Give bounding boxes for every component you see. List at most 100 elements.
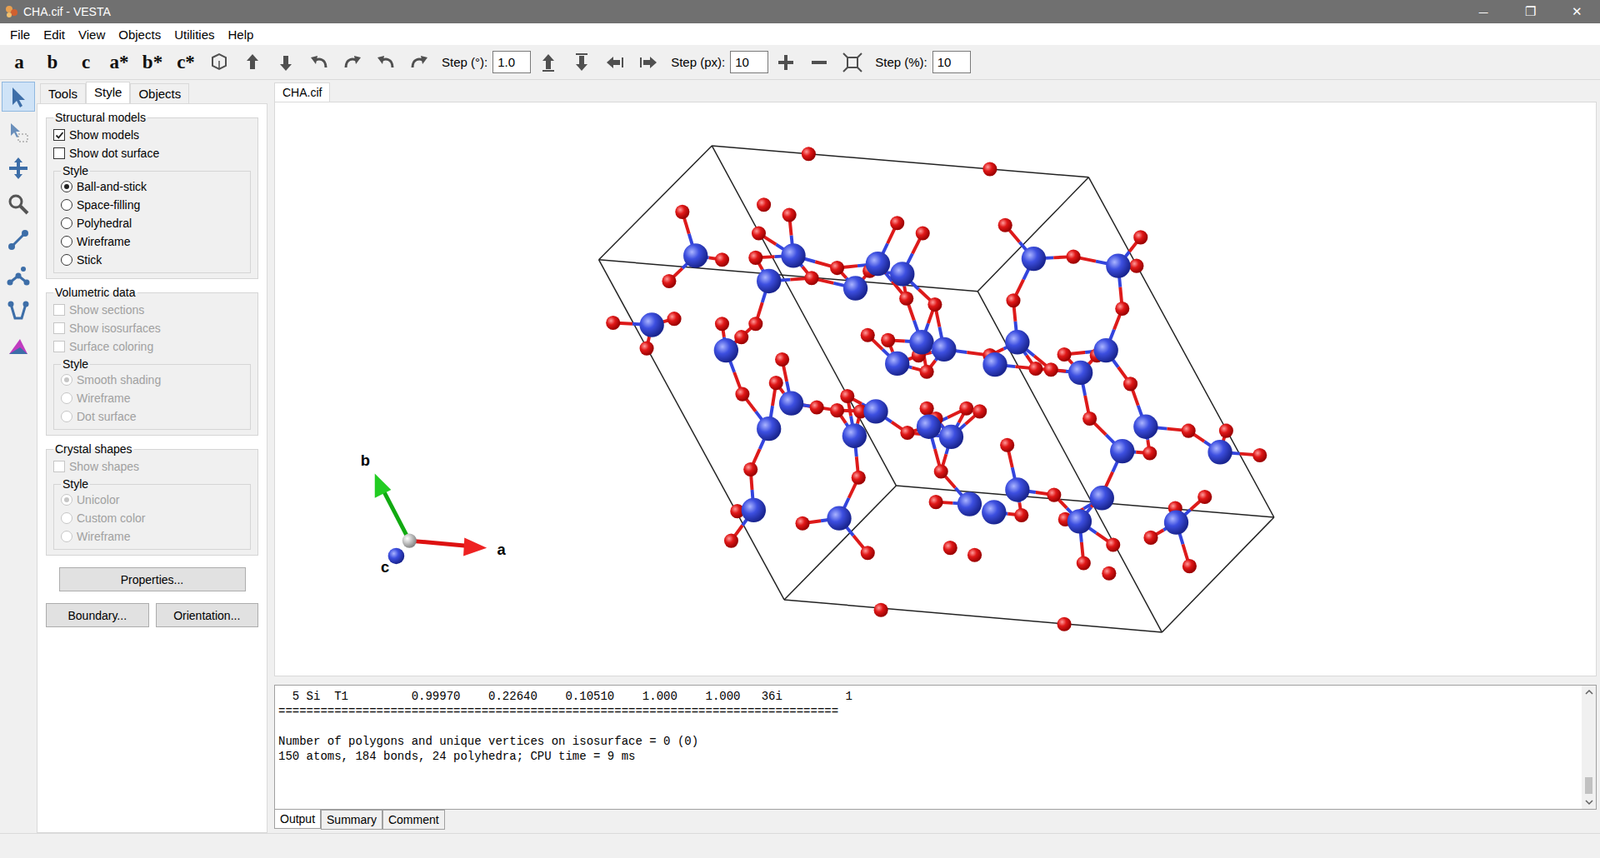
push-button[interactable]: Orientation... [155, 603, 260, 628]
checkbox[interactable] [53, 460, 65, 473]
view-axis-button[interactable]: a* [103, 48, 135, 77]
checkbox-row[interactable]: Show shapes [53, 457, 251, 476]
output-tab[interactable]: Comment [382, 810, 445, 830]
tool-button[interactable] [1, 260, 35, 291]
scroll-thumb[interactable] [1585, 777, 1593, 795]
radio-button[interactable] [60, 494, 73, 506]
magnify-icon [6, 192, 30, 216]
tool-button[interactable] [1, 296, 35, 327]
radio-button[interactable] [60, 180, 73, 193]
plus-button[interactable] [770, 48, 802, 77]
view-axis-button[interactable]: a [3, 48, 35, 77]
cell-button[interactable] [203, 48, 235, 77]
radio-row[interactable]: Unicolor [60, 490, 244, 510]
menu-item[interactable]: Edit [36, 25, 72, 44]
undo-icon [307, 50, 331, 75]
undo-button[interactable] [303, 48, 335, 77]
radio-button[interactable] [60, 217, 73, 230]
unit-cell [599, 145, 1275, 633]
view-axis-button[interactable]: c [70, 48, 102, 77]
panel-tab[interactable]: Style [85, 81, 130, 104]
scroll-down-icon [1585, 799, 1594, 806]
file-tab[interactable]: CHA.cif [274, 82, 330, 102]
push-button[interactable]: Boundary... [45, 603, 150, 628]
check-icon [55, 130, 65, 140]
menu-bar: FileEditViewObjectsUtilitiesHelp [0, 23, 1600, 45]
checkbox[interactable] [53, 304, 65, 316]
menu-item[interactable]: Utilities [167, 25, 221, 44]
radio-row[interactable]: Ball-and-stick [60, 177, 244, 196]
up-button[interactable] [236, 48, 269, 77]
menu-item[interactable]: View [71, 25, 112, 44]
radio-button[interactable] [60, 512, 73, 525]
right2-button[interactable] [632, 48, 665, 77]
checkbox[interactable] [53, 340, 65, 353]
tool-button[interactable] [1, 225, 35, 255]
output-tab[interactable]: Output [274, 810, 321, 830]
output-text[interactable]: 5 Si T1 0.99970 0.22640 0.10510 1.000 1.… [275, 685, 1582, 810]
left2-button[interactable] [599, 48, 631, 77]
tool-button[interactable] [1, 189, 35, 220]
radio-row[interactable]: Wireframe [60, 232, 244, 251]
panel-tab[interactable]: Objects [130, 83, 190, 104]
step-input[interactable]: 10 [932, 50, 971, 74]
radio-button[interactable] [60, 235, 73, 248]
radio-row[interactable]: Wireframe [60, 527, 244, 546]
panel-tab[interactable]: Tools [40, 83, 86, 104]
radio-button[interactable] [60, 254, 73, 266]
checkbox-row[interactable]: Show dot surface [53, 144, 251, 163]
menu-item[interactable]: File [3, 25, 37, 44]
scrollbar[interactable] [1581, 685, 1596, 810]
minus-button[interactable] [803, 48, 835, 77]
checkbox-row[interactable]: Show isosurfaces [53, 319, 251, 338]
menu-item[interactable]: Objects [111, 25, 168, 44]
radio-button[interactable] [60, 410, 73, 423]
fit-button[interactable] [836, 48, 869, 77]
radio-row[interactable]: Dot surface [60, 407, 244, 426]
window-control[interactable]: ─ [1460, 5, 1507, 20]
radio-button[interactable] [60, 374, 73, 386]
checkbox[interactable] [53, 147, 65, 160]
tool-button[interactable] [1, 153, 35, 184]
rotr-button[interactable] [403, 48, 435, 77]
view-axis-button[interactable]: c* [170, 48, 202, 77]
radio-row[interactable]: Custom color [60, 509, 244, 528]
group-title: Structural models [53, 110, 148, 125]
structure-view[interactable]: bac [275, 102, 1596, 676]
file-tabs: CHA.cif [274, 80, 1597, 102]
radio-row[interactable]: Smooth shading [60, 370, 244, 390]
tool-button[interactable] [1, 332, 35, 363]
redo-button[interactable] [336, 48, 369, 77]
tool-button[interactable] [1, 117, 35, 148]
checkbox-row[interactable]: Show sections [53, 300, 251, 320]
menu-item[interactable]: Help [220, 25, 260, 44]
radio-row[interactable]: Stick [60, 250, 244, 270]
window-control[interactable]: ✕ [1553, 4, 1600, 20]
settings-group: Volumetric dataShow sectionsShow isosurf… [45, 285, 259, 436]
view-axis-button[interactable]: b* [136, 48, 169, 77]
down-button[interactable] [270, 48, 302, 77]
up2-button[interactable] [532, 48, 565, 77]
rotl-button[interactable] [370, 48, 402, 77]
radio-row[interactable]: Wireframe [60, 389, 244, 408]
window-control[interactable]: ❐ [1506, 4, 1554, 20]
view-axis-button[interactable]: b [36, 48, 69, 77]
step-input[interactable]: 10 [730, 50, 769, 74]
radio-button[interactable] [60, 199, 73, 211]
step-input[interactable]: 1.0 [492, 50, 531, 74]
checkbox-row[interactable]: Surface coloring [53, 337, 251, 356]
checkbox[interactable] [53, 322, 65, 335]
fit-icon [840, 50, 865, 75]
view-canvas[interactable]: bac [274, 101, 1597, 677]
radio-row[interactable]: Space-filling [60, 195, 244, 215]
checkbox-row[interactable]: Show models [53, 125, 251, 145]
down2-button[interactable] [565, 48, 598, 77]
checkbox[interactable] [53, 129, 65, 141]
radio-button[interactable] [60, 530, 73, 543]
radio-button[interactable] [60, 392, 73, 405]
output-tab[interactable]: Summary [320, 810, 383, 830]
step-label: Step (%): [875, 55, 928, 70]
push-button[interactable]: Properties... [59, 567, 246, 592]
radio-row[interactable]: Polyhedral [60, 214, 244, 233]
tool-button[interactable] [1, 81, 35, 112]
